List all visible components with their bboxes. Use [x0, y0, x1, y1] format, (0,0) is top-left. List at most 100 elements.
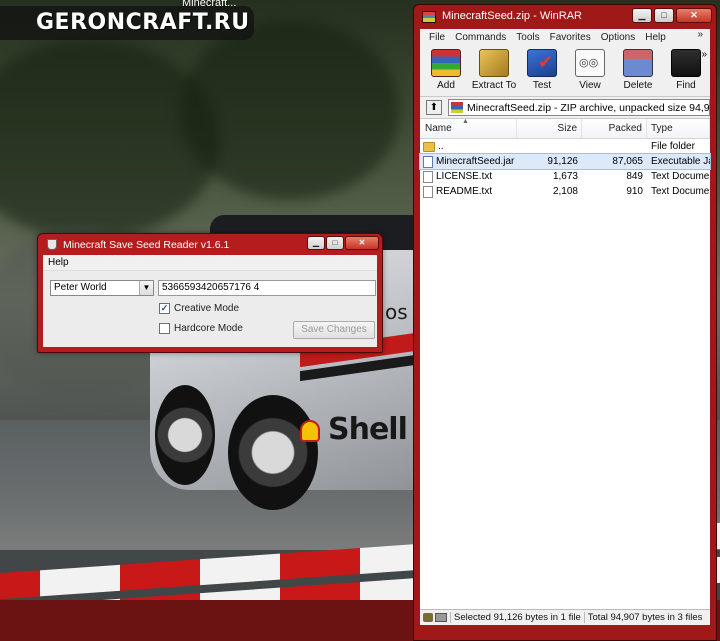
delete-label: Delete	[623, 80, 653, 91]
winrar-titlebar[interactable]: MinecraftSeed.zip - WinRAR ▁ □ ✕	[420, 5, 712, 29]
checkbox-checked-icon[interactable]: ✓	[159, 303, 170, 314]
text-file-icon	[423, 185, 433, 198]
column-size[interactable]: Size	[517, 119, 582, 138]
menu-favorites[interactable]: Favorites	[545, 32, 596, 43]
text-file-icon	[423, 170, 433, 183]
view-icon	[575, 49, 605, 77]
test-button[interactable]: Test	[518, 49, 566, 91]
seed-reader-title: Minecraft Save Seed Reader v1.6.1	[63, 239, 230, 251]
view-label: View	[579, 80, 601, 91]
item-type: Text Docume	[651, 171, 710, 182]
item-type: Text Docume	[651, 186, 710, 197]
extract-to-label: Extract To	[471, 80, 517, 91]
item-packed: 849	[626, 171, 643, 182]
creative-mode-checkbox[interactable]: ✓ Creative Mode	[159, 303, 239, 314]
item-packed: 87,065	[612, 156, 643, 167]
winrar-window-title: MinecraftSeed.zip - WinRAR	[442, 10, 582, 22]
world-select[interactable]: Peter World ▼	[50, 280, 154, 296]
item-name: LICENSE.txt	[436, 171, 493, 182]
list-item[interactable]: LICENSE.txt 1,673 849 Text Docume	[420, 169, 710, 184]
delete-button[interactable]: Delete	[614, 49, 662, 91]
up-folder-button[interactable]: ⬆	[426, 100, 442, 115]
maximize-button[interactable]: □	[654, 8, 674, 23]
file-list-header: Name ▲ Size Packed Type	[420, 119, 710, 139]
sponsor-decal: Shell	[328, 412, 408, 447]
item-size: 2,108	[552, 186, 578, 197]
file-list[interactable]: Name ▲ Size Packed Type .. File folder M…	[419, 119, 711, 609]
list-item[interactable]: MinecraftSeed.jar 91,126 87,065 Executab…	[419, 153, 711, 170]
test-label: Test	[532, 80, 552, 91]
item-packed: 910	[626, 186, 643, 197]
add-archive-icon	[431, 49, 461, 77]
minimize-button[interactable]: ▁	[632, 8, 652, 23]
test-icon	[527, 49, 557, 77]
seed-reader-window: Minecraft Save Seed Reader v1.6.1 ▁ □ ✕ …	[37, 233, 383, 353]
winrar-window: MinecraftSeed.zip - WinRAR ▁ □ ✕ File Co…	[413, 4, 717, 641]
column-type[interactable]: Type	[647, 119, 710, 138]
folder-icon	[423, 141, 435, 152]
seed-reader-titlebar[interactable]: Minecraft Save Seed Reader v1.6.1 ▁ □ ✕	[43, 234, 379, 255]
seed-field[interactable]: 5366593420657176 4	[158, 280, 376, 296]
seed-reader-panel: Peter World ▼ 5366593420657176 4 ✓ Creat…	[43, 271, 377, 347]
winrar-toolbar: Add Extract To Test View Delete Find »	[420, 45, 710, 97]
tree-foliage	[180, 20, 400, 200]
item-type: File folder	[651, 141, 695, 152]
item-name: README.txt	[436, 186, 493, 197]
column-packed[interactable]: Packed	[582, 119, 647, 138]
checkbox-unchecked-icon[interactable]	[159, 323, 170, 334]
close-button[interactable]: ✕	[676, 8, 712, 23]
key-icon[interactable]	[423, 613, 433, 622]
maximize-button[interactable]: □	[326, 236, 344, 250]
close-button[interactable]: ✕	[345, 236, 379, 250]
minimize-button[interactable]: ▁	[307, 236, 325, 250]
save-changes-button[interactable]: Save Changes	[293, 321, 375, 339]
column-name[interactable]: Name ▲	[420, 119, 517, 138]
menu-tools[interactable]: Tools	[511, 32, 544, 43]
zip-archive-icon	[451, 102, 463, 113]
find-icon	[671, 49, 701, 77]
list-item[interactable]: README.txt 2,108 910 Text Docume	[420, 184, 710, 199]
item-size: 1,673	[552, 171, 578, 182]
menu-commands[interactable]: Commands	[450, 32, 511, 43]
list-item[interactable]: .. File folder	[420, 139, 710, 154]
status-selected: Selected 91,126 bytes in 1 file	[450, 612, 584, 623]
car-wheel	[155, 385, 215, 485]
window-controls: ▁ □ ✕	[307, 236, 379, 250]
world-select-value: Peter World	[54, 282, 107, 293]
car-wheel	[228, 395, 318, 510]
java-cup-icon[interactable]	[47, 239, 57, 250]
window-controls: ▁ □ ✕	[632, 8, 712, 23]
menu-file[interactable]: File	[424, 32, 450, 43]
archive-path-field[interactable]: MinecraftSeed.zip - ZIP archive, unpacke…	[448, 99, 710, 116]
find-label: Find	[676, 80, 696, 91]
hardcore-mode-checkbox[interactable]: Hardcore Mode	[159, 323, 243, 334]
add-label: Add	[437, 80, 455, 91]
jar-file-icon	[423, 155, 433, 168]
winrar-address-bar: ⬆ MinecraftSeed.zip - ZIP archive, unpac…	[420, 97, 710, 119]
sort-ascending-icon: ▲	[462, 119, 469, 125]
menu-help[interactable]: Help	[48, 257, 69, 268]
menu-options[interactable]: Options	[596, 32, 640, 43]
item-size: 91,126	[547, 156, 578, 167]
shell-logo-icon	[300, 420, 320, 442]
chevron-down-icon[interactable]: ▼	[139, 281, 153, 295]
winrar-menubar: File Commands Tools Favorites Options He…	[420, 29, 710, 45]
status-total: Total 94,907 bytes in 3 files	[583, 612, 706, 623]
drive-icon[interactable]	[435, 613, 447, 622]
creative-mode-label: Creative Mode	[174, 303, 240, 314]
menu-help[interactable]: Help	[640, 32, 671, 43]
column-name-label: Name	[425, 123, 452, 134]
menu-overflow-icon[interactable]: »	[692, 29, 708, 40]
extract-icon	[479, 49, 509, 77]
car-hood-lettering: os	[385, 300, 408, 324]
view-button[interactable]: View	[566, 49, 614, 91]
archive-path-text: MinecraftSeed.zip - ZIP archive, unpacke…	[467, 101, 710, 114]
toolbar-overflow-icon[interactable]: »	[701, 49, 707, 60]
item-type: Executable Ja	[651, 156, 710, 167]
hardcore-mode-label: Hardcore Mode	[174, 323, 243, 334]
extract-to-button[interactable]: Extract To	[470, 49, 518, 91]
seed-reader-menubar: Help	[43, 255, 377, 271]
winrar-statusbar: Selected 91,126 bytes in 1 file Total 94…	[420, 609, 710, 625]
winrar-app-icon[interactable]	[422, 11, 436, 23]
add-button[interactable]: Add	[422, 49, 470, 91]
